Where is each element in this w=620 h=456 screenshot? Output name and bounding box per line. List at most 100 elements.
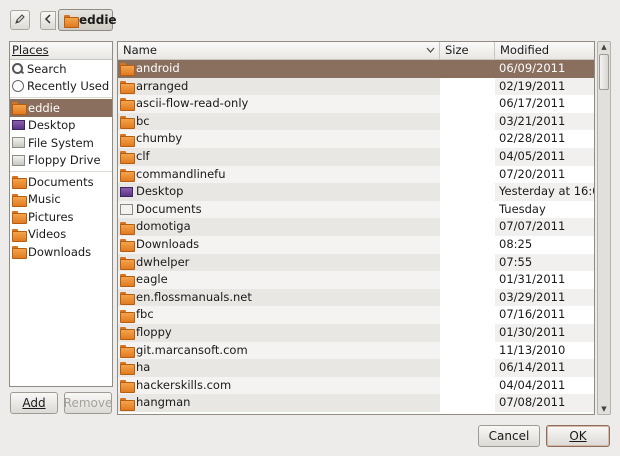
column-name-label: Name	[123, 43, 157, 57]
file-size	[440, 236, 495, 254]
file-row[interactable]: bc 03/21/2011	[118, 112, 594, 131]
places-list: Search Recently Used eddie Desktop File Syst…	[10, 60, 112, 261]
scroll-down-icon[interactable]: ▼	[599, 405, 609, 413]
file-row[interactable]: arranged 02/19/2011	[118, 77, 594, 96]
file-size	[440, 95, 495, 113]
column-modified[interactable]: Modified	[495, 42, 594, 59]
folder-icon	[120, 397, 135, 411]
file-row[interactable]: Downloads 08:25	[118, 235, 594, 254]
places-item-label: Documents	[28, 174, 94, 189]
file-row[interactable]: floppy 01/30/2011	[118, 323, 594, 342]
file-name-cell: arranged	[118, 77, 440, 96]
file-size	[440, 377, 495, 395]
places-item-eddie[interactable]: eddie	[10, 99, 112, 117]
folder-icon	[120, 327, 135, 341]
file-size	[440, 201, 495, 219]
ok-button[interactable]: OK	[546, 425, 610, 447]
file-size	[440, 218, 495, 236]
file-size	[440, 342, 495, 360]
file-row[interactable]: clf 04/05/2011	[118, 147, 594, 166]
file-row[interactable]: chumby 02/28/2011	[118, 130, 594, 148]
file-name-cell: git.marcansoft.com	[118, 341, 440, 360]
folder-icon	[120, 309, 135, 323]
places-item-label: Videos	[28, 227, 67, 242]
scroll-up-icon[interactable]: ▲	[599, 43, 609, 51]
file-name: ha	[136, 360, 151, 375]
column-size[interactable]: Size	[440, 42, 495, 59]
file-row[interactable]: ascii-flow-read-only 06/17/2011	[118, 95, 594, 113]
column-size-label: Size	[445, 43, 469, 57]
file-row[interactable]: android 06/09/2011	[118, 60, 594, 78]
places-item-documents[interactable]: Documents	[10, 173, 112, 191]
file-size	[440, 148, 495, 166]
places-item-videos[interactable]: Videos	[10, 226, 112, 244]
file-row[interactable]: ha 06/14/2011	[118, 359, 594, 377]
file-row[interactable]: domotiga 07/07/2011	[118, 218, 594, 236]
file-name: chumby	[136, 131, 183, 146]
folder-icon	[12, 176, 27, 190]
file-row[interactable]: Desktop Yesterday at 16:07	[118, 183, 594, 201]
file-name: ascii-flow-read-only	[136, 96, 249, 111]
file-size	[440, 394, 495, 412]
file-modified: 01/31/2011	[499, 272, 566, 287]
places-item-label: Pictures	[28, 209, 74, 224]
places-header[interactable]: Places	[10, 42, 112, 60]
folder-icon	[120, 256, 135, 270]
column-name[interactable]: Name	[118, 42, 440, 59]
places-item-recently-used[interactable]: Recently Used	[10, 78, 112, 96]
file-name-cell: domotiga	[118, 218, 440, 236]
places-header-label: Places	[12, 43, 49, 57]
file-name-cell: Desktop	[118, 183, 440, 201]
places-item-floppy-drive[interactable]: Floppy Drive	[10, 152, 112, 170]
add-bookmark-button[interactable]: Add	[10, 392, 58, 414]
file-name-cell: eagle	[118, 271, 440, 289]
places-item-file-system[interactable]: File System	[10, 134, 112, 152]
places-item-music[interactable]: Music	[10, 191, 112, 209]
file-modified: 06/17/2011	[499, 96, 566, 111]
edit-location-button[interactable]	[10, 10, 30, 30]
path-back-button[interactable]	[40, 11, 56, 30]
file-row[interactable]: hangman 07/08/2011	[118, 394, 594, 412]
path-crumb-eddie[interactable]: eddie	[58, 9, 117, 31]
remove-bookmark-button[interactable]: Remove	[64, 392, 112, 414]
file-list-header: Name Size Modified	[118, 42, 594, 60]
places-item-search[interactable]: Search	[10, 60, 112, 78]
file-row[interactable]: fbc 07/16/2011	[118, 306, 594, 324]
downloads-folder-icon	[12, 246, 27, 260]
music-folder-icon	[12, 193, 27, 207]
file-row[interactable]: en.flossmanuals.net 03/29/2011	[118, 288, 594, 307]
places-item-downloads[interactable]: Downloads	[10, 243, 112, 261]
places-item-desktop[interactable]: Desktop	[10, 117, 112, 135]
places-item-label: Desktop	[28, 118, 76, 133]
file-name: Documents	[136, 201, 202, 216]
file-list-scrollbar[interactable]: ▲ ▼	[597, 41, 611, 415]
file-size	[440, 166, 495, 184]
videos-folder-icon	[12, 228, 27, 242]
places-item-label: Floppy Drive	[28, 153, 101, 168]
file-name-cell: bc	[118, 112, 440, 131]
file-row[interactable]: Documents Tuesday	[118, 200, 594, 219]
file-name-cell: fbc	[118, 306, 440, 324]
places-separator	[10, 170, 112, 172]
file-modified: 06/14/2011	[495, 359, 594, 377]
file-row[interactable]: commandlinefu 07/20/2011	[118, 165, 594, 184]
places-item-pictures[interactable]: Pictures	[10, 208, 112, 226]
file-name: hackerskills.com	[136, 377, 232, 392]
file-row[interactable]: dwhelper 07:55	[118, 253, 594, 272]
file-row[interactable]: git.marcansoft.com 11/13/2010	[118, 341, 594, 360]
file-name-cell: Downloads	[118, 235, 440, 254]
file-modified: 03/21/2011	[495, 112, 594, 131]
desktop-icon	[12, 120, 25, 131]
column-modified-label: Modified	[500, 43, 550, 57]
scrollbar-thumb[interactable]	[599, 54, 609, 90]
places-separator	[10, 96, 112, 98]
file-row[interactable]: eagle 01/31/2011	[118, 271, 594, 289]
file-modified: 07/08/2011	[495, 394, 594, 412]
file-modified: 03/29/2011	[495, 288, 594, 307]
file-name-cell: floppy	[118, 323, 440, 342]
folder-icon	[120, 151, 135, 165]
cancel-button[interactable]: Cancel	[478, 425, 540, 447]
file-row[interactable]: hackerskills.com 04/04/2011	[118, 376, 594, 395]
file-size	[440, 130, 495, 148]
search-icon	[12, 62, 24, 75]
